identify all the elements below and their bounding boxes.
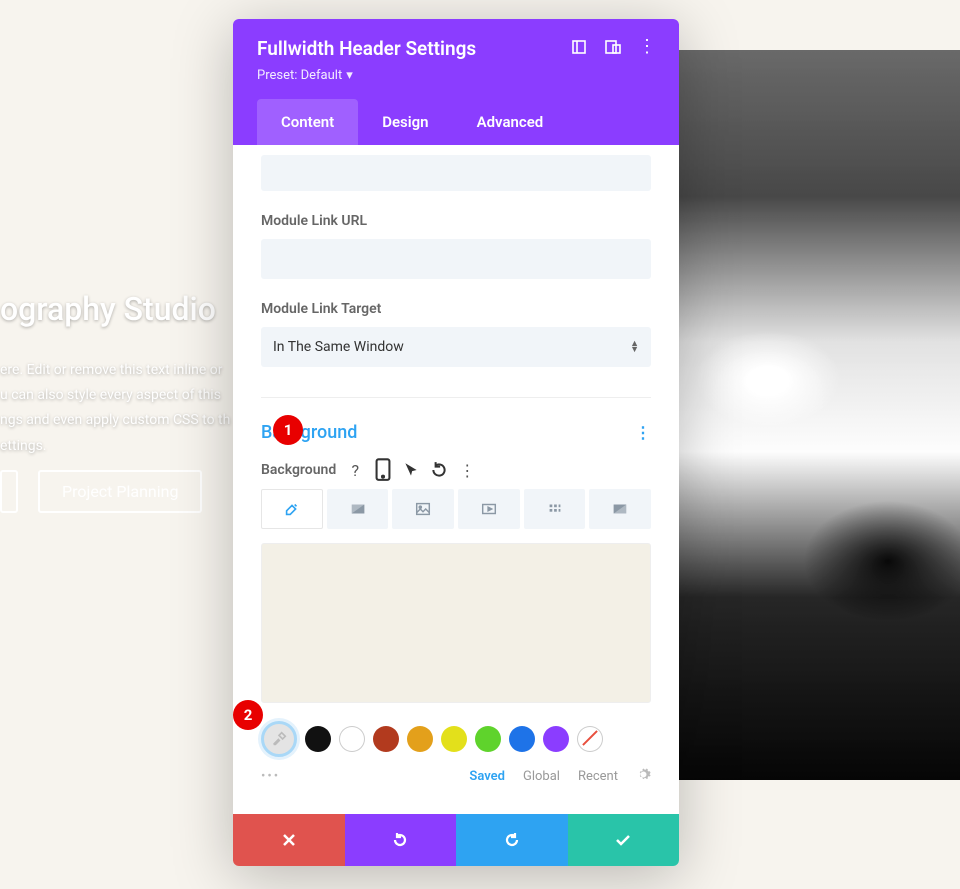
palette-settings-icon[interactable] — [636, 767, 651, 786]
bg-tab-mask[interactable] — [589, 489, 651, 529]
section-menu-icon[interactable]: ⋮ — [635, 423, 651, 442]
undo-button[interactable] — [345, 814, 457, 866]
background-label: Background — [261, 462, 336, 478]
modal-body[interactable]: Module Link URL Module Link Target In Th… — [233, 145, 679, 814]
modal-header: Fullwidth Header Settings Preset: Defaul… — [233, 19, 679, 145]
project-planning-button[interactable]: Project Planning — [38, 470, 202, 513]
save-button[interactable] — [568, 814, 680, 866]
preset-label: Preset: Default — [257, 68, 342, 83]
palette-global[interactable]: Global — [523, 769, 560, 784]
hero-line: ere. Edit or remove this text inline or — [0, 362, 223, 378]
reset-icon[interactable] — [430, 461, 448, 479]
palette-more-icon[interactable]: ••• — [261, 769, 280, 784]
tablet-icon[interactable] — [374, 461, 392, 479]
bg-tab-color[interactable] — [261, 489, 323, 529]
palette-saved[interactable]: Saved — [469, 769, 505, 784]
palette-red[interactable] — [373, 726, 399, 752]
tab-design[interactable]: Design — [358, 99, 452, 145]
palette-orange[interactable] — [407, 726, 433, 752]
settings-modal: Fullwidth Header Settings Preset: Defaul… — [233, 19, 679, 866]
palette-blue[interactable] — [509, 726, 535, 752]
hover-icon[interactable] — [402, 461, 420, 479]
tab-content[interactable]: Content — [257, 99, 358, 145]
eyedropper-button[interactable] — [261, 721, 297, 757]
color-preview[interactable] — [261, 543, 651, 703]
more-icon[interactable]: ⋮ — [458, 461, 476, 479]
hero-line: ettings. — [0, 438, 47, 454]
link-url-input[interactable] — [261, 239, 651, 279]
expand-icon[interactable] — [571, 39, 587, 55]
hero-text: ography Studio ere. Edit or remove this … — [0, 290, 230, 459]
background-type-tabs — [261, 489, 651, 529]
hero-button-cut[interactable] — [0, 470, 18, 513]
palette-recent[interactable]: Recent — [578, 769, 618, 784]
hero-line: ngs and even apply custom CSS to th — [0, 412, 230, 428]
bg-tab-video[interactable] — [458, 489, 520, 529]
select-arrows-icon: ▲▼ — [630, 341, 639, 353]
redo-button[interactable] — [456, 814, 568, 866]
link-target-value: In The Same Window — [273, 339, 404, 355]
link-target-label: Module Link Target — [261, 301, 651, 317]
palette-black[interactable] — [305, 726, 331, 752]
hero-line: u can also style every aspect of this — [0, 387, 221, 403]
palette-purple[interactable] — [543, 726, 569, 752]
hero-buttons: Project Planning — [0, 470, 202, 513]
responsive-icon[interactable] — [605, 39, 621, 55]
menu-icon[interactable]: ⋮ — [639, 39, 655, 55]
modal-footer — [233, 814, 679, 866]
help-icon[interactable]: ? — [346, 461, 364, 479]
preset-selector[interactable]: Preset: Default ▾ — [257, 68, 353, 83]
color-palette — [261, 721, 651, 757]
annotation-marker-2: 2 — [233, 700, 263, 730]
link-url-label: Module Link URL — [261, 213, 651, 229]
palette-white[interactable] — [339, 726, 365, 752]
palette-green[interactable] — [475, 726, 501, 752]
chevron-down-icon: ▾ — [346, 68, 353, 83]
cancel-button[interactable] — [233, 814, 345, 866]
prev-field-input[interactable] — [261, 155, 651, 191]
modal-tabs: Content Design Advanced — [257, 99, 655, 145]
link-target-select[interactable]: In The Same Window ▲▼ — [261, 327, 651, 367]
palette-source-row: ••• Saved Global Recent — [261, 767, 651, 786]
bg-tab-image[interactable] — [392, 489, 454, 529]
background-section-header: Background ⋮ — [261, 397, 651, 443]
hero-title: ography Studio — [0, 290, 230, 328]
palette-yellow[interactable] — [441, 726, 467, 752]
bg-tab-pattern[interactable] — [524, 489, 586, 529]
modal-title: Fullwidth Header Settings — [257, 37, 476, 60]
palette-transparent[interactable] — [577, 726, 603, 752]
bg-tab-gradient[interactable] — [327, 489, 389, 529]
tab-advanced[interactable]: Advanced — [453, 99, 568, 145]
annotation-marker-1: 1 — [273, 415, 303, 445]
